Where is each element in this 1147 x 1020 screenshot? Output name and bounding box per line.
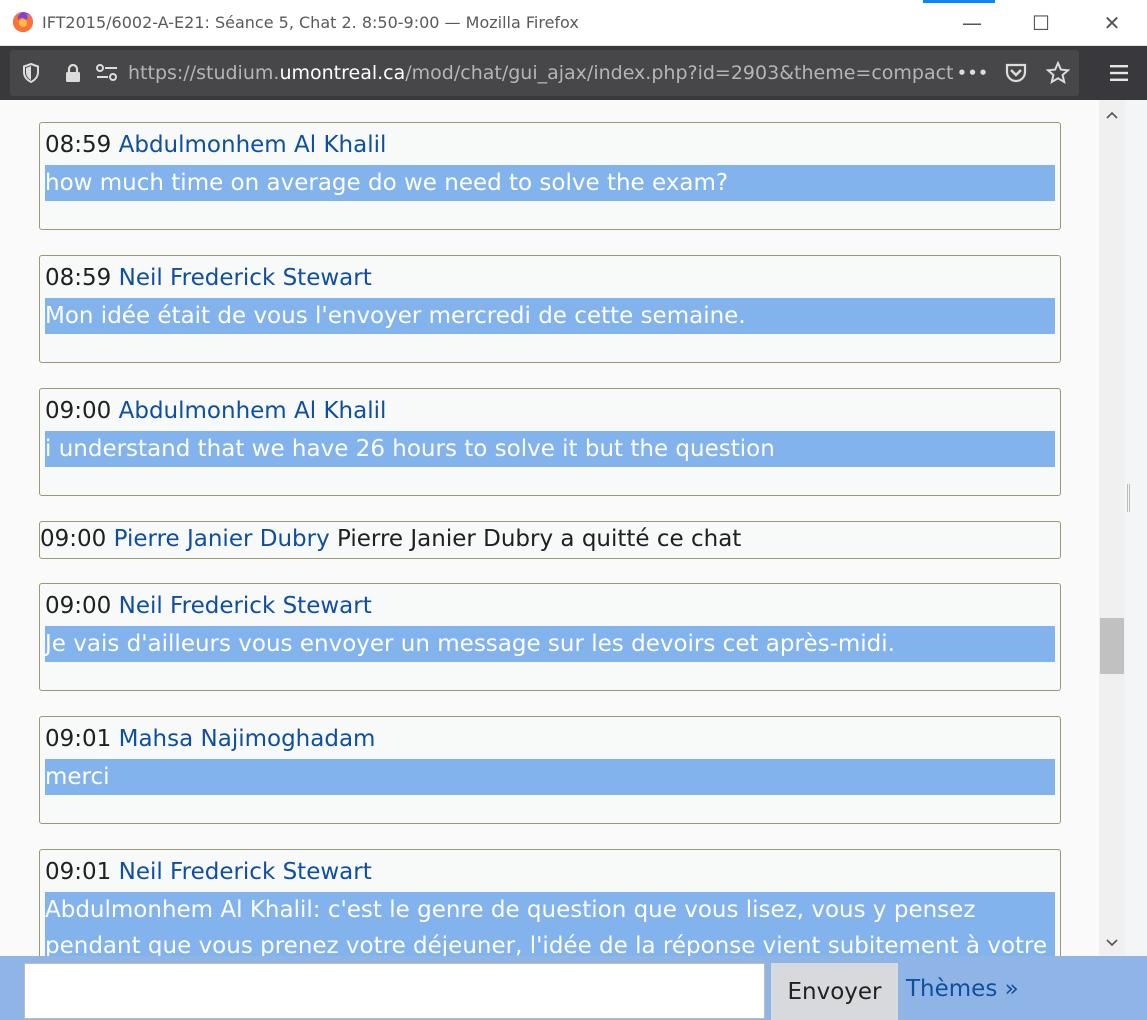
message-header: 09:01 Neil Frederick Stewart (45, 859, 372, 885)
chat-system-message: 09:00 Pierre Janier Dubry Pierre Janier … (39, 521, 1061, 559)
scroll-down-arrow-icon[interactable] (1099, 930, 1125, 956)
send-button[interactable]: Envoyer (771, 963, 898, 1020)
chat-message: 08:59 Abdulmonhem Al Khalil how much tim… (39, 122, 1061, 230)
titlebar-accent (923, 0, 995, 3)
message-header: 08:59 Neil Frederick Stewart (45, 265, 372, 291)
chat-message-list[interactable]: 08:59 Abdulmonhem Al Khalil how much tim… (0, 100, 1099, 956)
sidebar-edge (1125, 100, 1147, 956)
window-title: IFT2015/6002-A-E21: Séance 5, Chat 2. 8:… (42, 13, 579, 32)
bookmark-star-icon[interactable] (1044, 50, 1072, 96)
page-content: 08:59 Abdulmonhem Al Khalil how much tim… (0, 100, 1147, 956)
message-header: 09:00 Pierre Janier Dubry Pierre Janier … (40, 526, 741, 552)
message-time: 09:01 (45, 726, 112, 752)
close-button[interactable]: ✕ (1098, 9, 1126, 37)
chat-message: 09:01 Neil Frederick Stewart Abdulmonhem… (39, 849, 1061, 956)
chat-message: 09:01 Mahsa Najimoghadam merci (39, 716, 1061, 824)
chat-message: 09:00 Neil Frederick Stewart Je vais d'a… (39, 583, 1061, 691)
url-text[interactable]: https://studium.umontreal.ca/mod/chat/gu… (128, 50, 954, 96)
message-header: 09:00 Abdulmonhem Al Khalil (45, 398, 386, 424)
app-menu-hamburger-icon[interactable] (1104, 46, 1134, 100)
maximize-button[interactable]: ☐ (1027, 9, 1055, 37)
url-host: umontreal.ca (279, 62, 406, 84)
message-username[interactable]: Mahsa Najimoghadam (119, 726, 376, 752)
message-username[interactable]: Neil Frederick Stewart (119, 265, 372, 291)
permissions-icon[interactable] (94, 50, 120, 96)
message-username[interactable]: Abdulmonhem Al Khalil (119, 132, 387, 158)
message-username[interactable]: Pierre Janier Dubry (114, 526, 330, 552)
firefox-logo-icon (13, 12, 33, 32)
vertical-scrollbar[interactable] (1099, 100, 1125, 956)
chat-message: 08:59 Neil Frederick Stewart Mon idée ét… (39, 255, 1061, 363)
message-text: Mon idée était de vous l'envoyer mercred… (45, 298, 1055, 334)
system-message-text: Pierre Janier Dubry a quitté ce chat (337, 526, 742, 552)
chat-message: 09:00 Abdulmonhem Al Khalil i understand… (39, 388, 1061, 496)
message-time: 08:59 (45, 132, 112, 158)
scroll-up-arrow-icon[interactable] (1099, 102, 1125, 128)
lock-icon[interactable] (62, 50, 84, 96)
navigation-toolbar: https://studium.umontreal.ca/mod/chat/gu… (0, 46, 1147, 100)
message-text: i understand that we have 26 hours to so… (45, 431, 1055, 467)
message-text: Je vais d'ailleurs vous envoyer un messa… (45, 626, 1055, 662)
tracking-protection-shield-icon[interactable] (18, 50, 44, 96)
chat-input-bar: Envoyer Thèmes » (0, 956, 1147, 1020)
message-text: how much time on average do we need to s… (45, 165, 1055, 201)
message-username[interactable]: Neil Frederick Stewart (119, 593, 372, 619)
themes-link[interactable]: Thèmes » (906, 976, 1019, 1002)
message-time: 09:01 (45, 859, 112, 885)
message-time: 09:00 (40, 526, 107, 552)
message-text: merci (45, 759, 1055, 795)
url-path: /mod/chat/gui_ajax/index.php?id=2903&the… (405, 62, 954, 84)
window-titlebar: IFT2015/6002-A-E21: Séance 5, Chat 2. 8:… (0, 0, 1147, 46)
message-header: 09:01 Mahsa Najimoghadam (45, 726, 375, 752)
resize-grip[interactable] (1127, 484, 1130, 512)
url-bar[interactable]: https://studium.umontreal.ca/mod/chat/gu… (10, 50, 1079, 96)
url-prefix: https://studium. (128, 62, 280, 84)
message-time: 08:59 (45, 265, 112, 291)
message-time: 09:00 (45, 398, 112, 424)
message-username[interactable]: Neil Frederick Stewart (119, 859, 372, 885)
message-time: 09:00 (45, 593, 112, 619)
page-actions-more-icon[interactable]: ••• (956, 50, 990, 96)
message-header: 09:00 Neil Frederick Stewart (45, 593, 372, 619)
minimize-button[interactable]: — (958, 9, 986, 37)
message-text: Abdulmonhem Al Khalil: c'est le genre de… (45, 892, 1055, 956)
message-header: 08:59 Abdulmonhem Al Khalil (45, 132, 386, 158)
pocket-icon[interactable] (1002, 50, 1030, 96)
scrollbar-thumb[interactable] (1100, 618, 1124, 674)
message-input[interactable] (24, 963, 765, 1019)
message-username[interactable]: Abdulmonhem Al Khalil (119, 398, 387, 424)
